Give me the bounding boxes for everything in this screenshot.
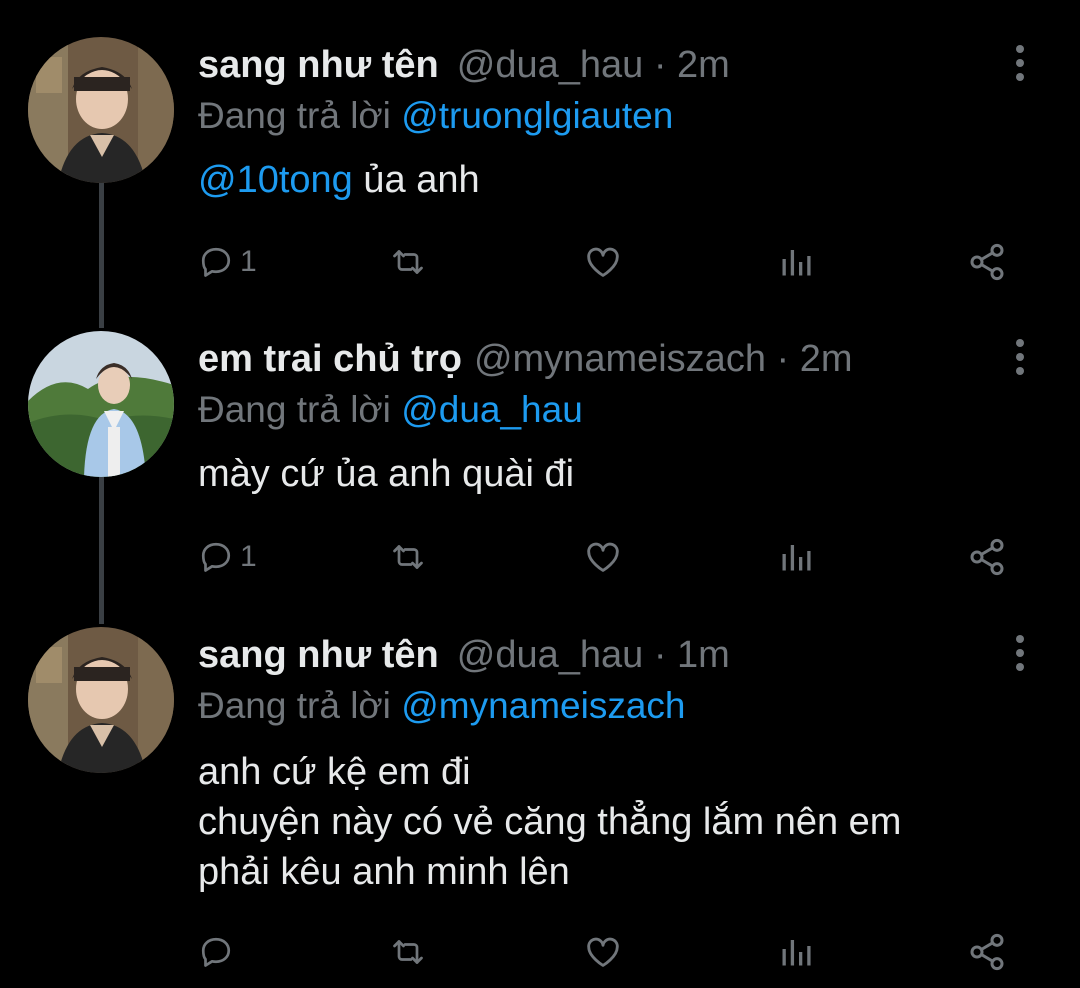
avatar[interactable] [28, 37, 174, 183]
timestamp[interactable]: 2m [800, 338, 853, 380]
analytics-button[interactable] [778, 240, 814, 284]
more-vertical-icon[interactable] [1008, 635, 1032, 675]
replying-to-mention[interactable]: @mynameiszach [401, 685, 685, 726]
timestamp[interactable]: 1m [677, 634, 730, 676]
user-handle[interactable]: @mynameiszach [474, 338, 766, 380]
replying-to-label: Đang trả lời [198, 389, 391, 430]
retweet-icon [393, 545, 423, 569]
action-bar: 1 [198, 535, 1028, 579]
replying-to-mention[interactable]: @truonglgiauten [401, 95, 673, 136]
reply-icon [201, 247, 231, 277]
display-name[interactable]: sang như tên [198, 44, 439, 86]
tweet-text: mày cứ ủa anh quài đi [198, 449, 574, 499]
tweet-text: anh cứ kệ em đi chuyện này có vẻ căng th… [198, 747, 901, 897]
reply-button[interactable]: 1 [198, 240, 257, 284]
tweet-header: sang như tên @dua_hau · 2m [198, 39, 1010, 91]
timestamp[interactable]: 2m [677, 44, 730, 86]
user-handle[interactable]: @dua_hau [457, 634, 644, 676]
like-button[interactable] [583, 535, 623, 579]
separator-dot: · [653, 634, 667, 676]
tweet-text: @10tong ủa anh [198, 155, 480, 205]
avatar-image [28, 627, 174, 773]
reply-count: 1 [240, 540, 257, 573]
analytics-icon [782, 545, 811, 571]
separator-dot: · [653, 44, 667, 86]
thread-line [99, 476, 104, 624]
text-line: phải kêu anh minh lên [198, 851, 570, 893]
text-line: ủa anh [352, 159, 480, 201]
like-button[interactable] [583, 930, 623, 974]
replying-to: Đang trả lời @dua_hau [198, 385, 583, 435]
analytics-button[interactable] [778, 930, 814, 974]
avatar-image [28, 37, 174, 183]
share-icon [970, 243, 1004, 281]
action-bar: 1 [198, 240, 1028, 284]
text-line: mày cứ ủa anh quài đi [198, 453, 575, 495]
analytics-button[interactable] [778, 535, 814, 579]
retweet-icon [393, 940, 423, 964]
more-vertical-icon[interactable] [1008, 45, 1032, 85]
share-button[interactable] [966, 535, 1008, 579]
user-handle[interactable]: @dua_hau [457, 44, 644, 86]
display-name[interactable]: em trai chủ trọ [198, 338, 462, 380]
share-button[interactable] [966, 930, 1008, 974]
replying-to-label: Đang trả lời [198, 95, 391, 136]
replying-to: Đang trả lời @mynameiszach [198, 681, 686, 731]
replying-to-mention[interactable]: @dua_hau [401, 389, 583, 430]
reply-count: 1 [240, 245, 257, 278]
text-mention[interactable]: @10tong [198, 159, 353, 201]
tweet-header: sang như tên @dua_hau · 1m [198, 629, 1010, 681]
retweet-button[interactable] [388, 535, 428, 579]
avatar[interactable] [28, 627, 174, 773]
text-line: anh cứ kệ em đi [198, 751, 471, 793]
avatar[interactable] [28, 331, 174, 477]
more-vertical-icon[interactable] [1008, 339, 1032, 379]
analytics-icon [782, 940, 811, 966]
share-button[interactable] [966, 240, 1008, 284]
like-button[interactable] [583, 240, 623, 284]
reply-button[interactable]: 1 [198, 535, 257, 579]
retweet-icon [393, 250, 423, 274]
thread-line [99, 178, 104, 328]
reply-icon [201, 937, 231, 967]
heart-icon [587, 542, 619, 572]
retweet-button[interactable] [388, 930, 428, 974]
avatar-image [28, 331, 174, 477]
replying-to: Đang trả lời @truonglgiauten [198, 91, 673, 141]
heart-icon [587, 937, 619, 967]
analytics-icon [782, 250, 811, 276]
reply-icon [201, 542, 231, 572]
share-icon [970, 538, 1004, 576]
heart-icon [587, 247, 619, 277]
display-name[interactable]: sang như tên [198, 634, 439, 676]
tweet-header: em trai chủ trọ @mynameiszach · 2m [198, 333, 1010, 385]
separator-dot: · [776, 338, 790, 380]
replying-to-label: Đang trả lời [198, 685, 391, 726]
reply-button[interactable] [198, 930, 240, 974]
text-line: chuyện này có vẻ căng thẳng lắm nên em [198, 801, 902, 843]
retweet-button[interactable] [388, 240, 428, 284]
action-bar [198, 930, 1028, 974]
share-icon [970, 933, 1004, 971]
